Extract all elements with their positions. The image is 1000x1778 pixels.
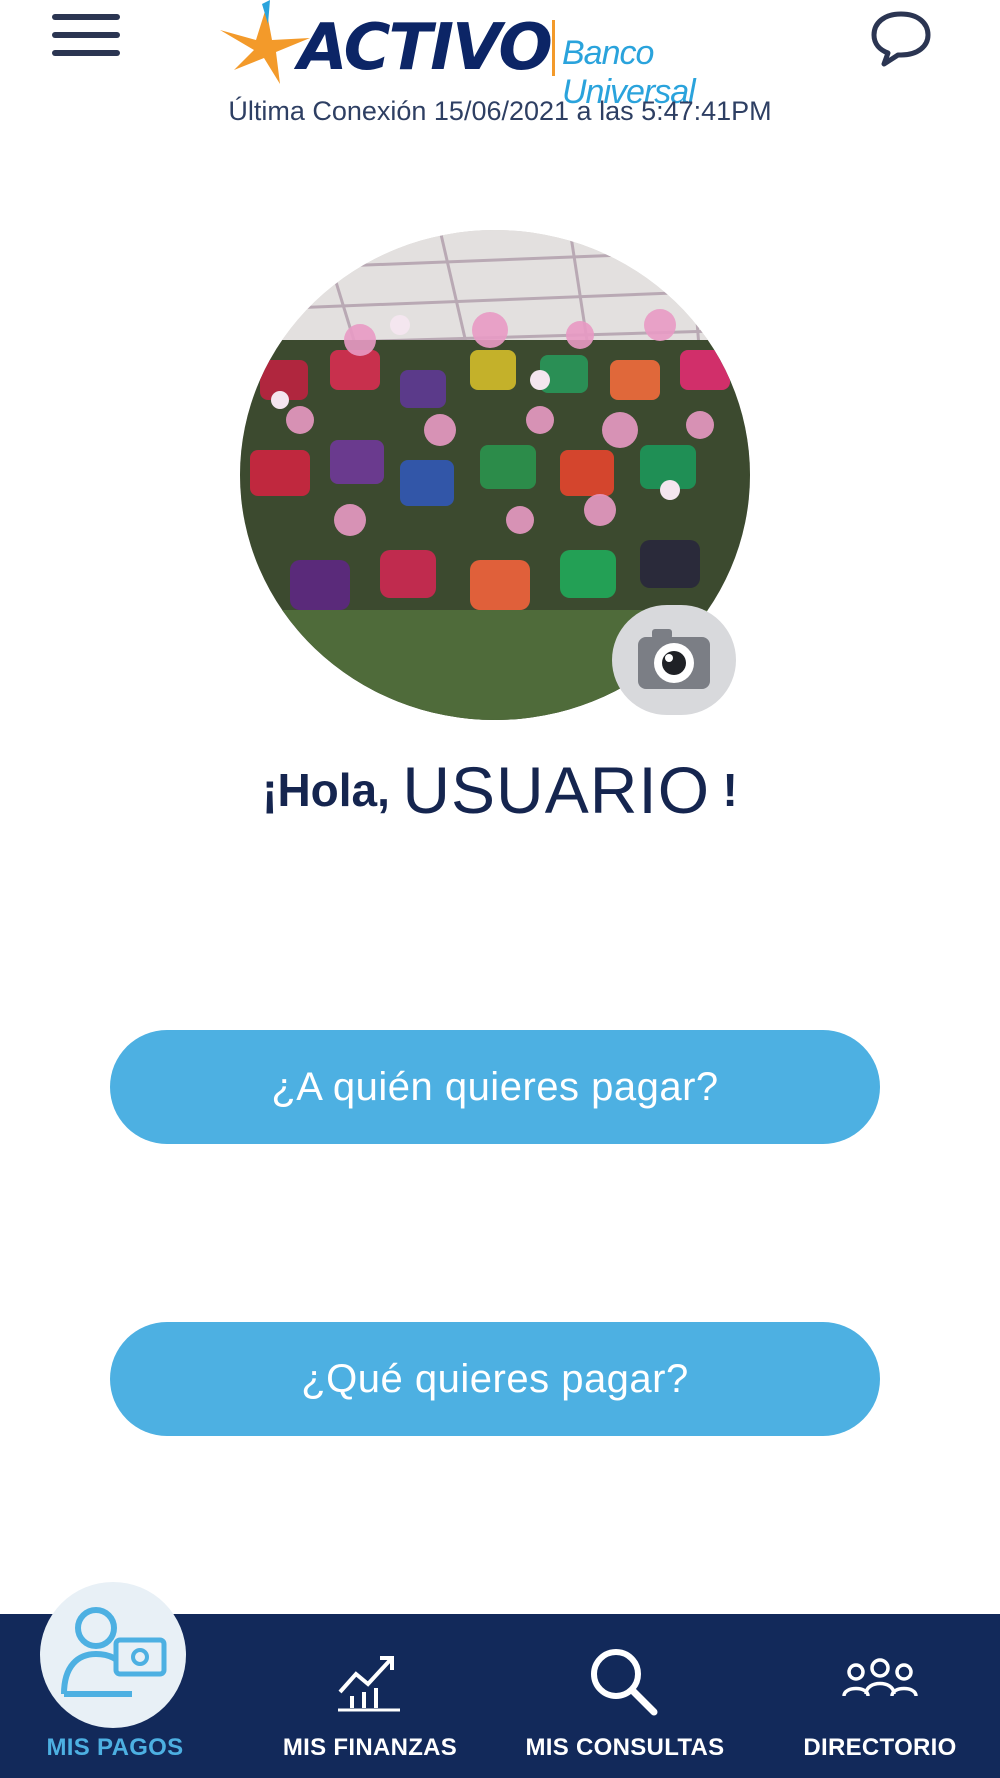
camera-icon (638, 629, 710, 689)
logo-divider (552, 20, 555, 76)
change-photo-button[interactable] (612, 605, 736, 715)
who-to-pay-button[interactable]: ¿A quién quieres pagar? (110, 1030, 880, 1144)
payment-user-icon (61, 1607, 167, 1697)
last-connection-text: Última Conexión 15/06/2021 a las 5:47:41… (228, 96, 772, 126)
chart-growth-icon (338, 1656, 400, 1712)
brand-name: ACTIVO (298, 11, 553, 85)
bank-logo: ACTIVO Banco Universal (210, 0, 790, 111)
nav-directorio[interactable]: DIRECTORIO (780, 1614, 980, 1778)
nav-mis-consultas[interactable]: MIS CONSULTAS (510, 1614, 740, 1778)
menu-button[interactable] (52, 14, 120, 64)
nav-mis-finanzas[interactable]: MIS FINANZAS (260, 1614, 480, 1778)
greeting-prefix: ¡Hola, (262, 764, 390, 816)
nav-label: MIS CONSULTAS (525, 1734, 725, 1761)
nav-label: DIRECTORIO (803, 1734, 957, 1761)
nav-label: MIS FINANZAS (282, 1734, 458, 1761)
app-header: ACTIVO Banco Universal Última Conexión 1… (0, 0, 1000, 150)
greeting-suffix: ! (722, 764, 738, 816)
hamburger-menu-icon (52, 14, 120, 20)
mis-pagos-active-icon[interactable] (40, 1582, 186, 1728)
search-icon (591, 1649, 658, 1716)
people-group-icon (842, 1658, 918, 1697)
chat-bubble-icon[interactable] (868, 8, 934, 68)
nav-label: MIS PAGOS (46, 1734, 184, 1761)
user-name: USUARIO (402, 753, 711, 827)
greeting: ¡Hola, USUARIO ! (0, 752, 1000, 828)
what-to-pay-button[interactable]: ¿Qué quieres pagar? (110, 1322, 880, 1436)
